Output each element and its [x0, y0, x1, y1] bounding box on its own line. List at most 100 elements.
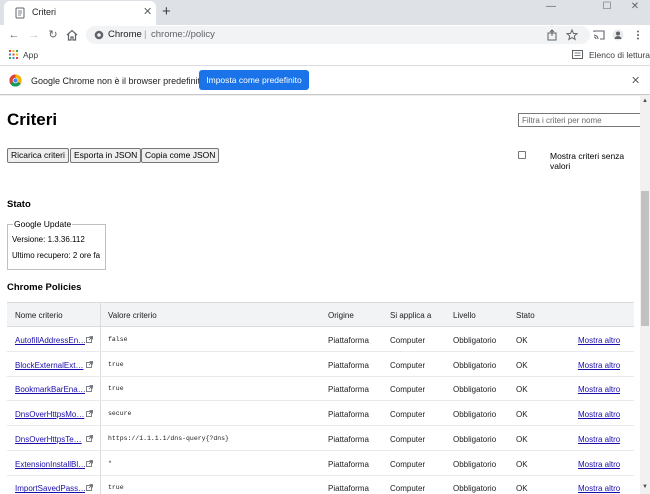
- policy-origin: Piattaforma: [328, 459, 369, 469]
- new-tab-button[interactable]: +: [162, 3, 171, 20]
- google-update-status-box: Google Update Versione: 1.3.36.112 Ultim…: [7, 219, 106, 270]
- policy-filter-input[interactable]: [518, 113, 640, 127]
- share-icon[interactable]: [546, 29, 558, 41]
- chrome-page-icon: [94, 30, 104, 40]
- col-header-status: Stato: [516, 311, 535, 320]
- policy-level: Obbligatorio: [453, 385, 497, 395]
- policy-status: OK: [516, 385, 528, 395]
- maximize-button[interactable]: ☐: [592, 0, 622, 16]
- reload-policies-button[interactable]: Ricarica criteri: [7, 148, 69, 163]
- bookmarks-bar: App Elenco di lettura: [0, 45, 650, 66]
- policy-value: true: [108, 385, 124, 393]
- cast-icon[interactable]: [593, 29, 605, 41]
- policy-status: OK: [516, 484, 528, 494]
- reading-list-icon: [572, 50, 583, 59]
- table-row: BlockExternalExt… true Piattaforma Computer…: [7, 352, 634, 377]
- default-browser-infobar: Google Chrome non è il browser predefini…: [0, 67, 650, 95]
- policy-scope: Computer: [390, 385, 426, 395]
- show-more-link[interactable]: Mostra altro: [578, 410, 620, 419]
- open-external-icon[interactable]: [86, 336, 93, 343]
- col-header-name: Nome criterio: [15, 311, 63, 320]
- infobar-close-icon[interactable]: ✕: [631, 74, 640, 87]
- show-more-link[interactable]: Mostra altro: [578, 385, 620, 394]
- policy-level: Obbligatorio: [453, 360, 497, 370]
- scroll-up-arrow-icon[interactable]: ▲: [642, 98, 648, 104]
- chrome-logo-icon: [9, 74, 22, 87]
- more-menu-icon[interactable]: [632, 29, 644, 41]
- policy-level: Obbligatorio: [453, 459, 497, 469]
- policy-origin: Piattaforma: [328, 434, 369, 444]
- policy-status: OK: [516, 434, 528, 444]
- show-more-link[interactable]: Mostra altro: [578, 361, 620, 370]
- scrollbar-thumb[interactable]: [641, 191, 649, 326]
- show-more-link[interactable]: Mostra altro: [578, 336, 620, 345]
- policy-name-link[interactable]: DnsOverHttpsTe…: [15, 435, 85, 444]
- show-more-link[interactable]: Mostra altro: [578, 484, 620, 493]
- apps-bookmark[interactable]: App: [23, 50, 38, 60]
- policy-scope: Computer: [390, 484, 426, 494]
- last-fetch-time: Ultimo recupero: 2 ore fa: [12, 251, 101, 260]
- col-header-level: Livello: [453, 311, 476, 320]
- table-row: ExtensionInstallBl… * Piattaforma Computer O…: [7, 451, 634, 476]
- back-icon[interactable]: ←: [6, 27, 22, 43]
- policy-page: Criteri Ricarica criteri Esporta in JSON…: [0, 96, 640, 494]
- export-json-button[interactable]: Esporta in JSON: [70, 148, 142, 163]
- show-more-link[interactable]: Mostra altro: [578, 435, 620, 444]
- policy-name-link[interactable]: ExtensionInstallBl…: [15, 460, 85, 469]
- status-heading: Stato: [7, 199, 31, 210]
- col-header-value: Valore criterio: [108, 311, 157, 320]
- policy-value: true: [108, 360, 124, 368]
- reload-icon[interactable]: ↻: [45, 27, 61, 43]
- policy-scope: Computer: [390, 360, 426, 370]
- policy-name-link[interactable]: AutofillAddressEn…: [15, 336, 85, 345]
- policy-origin: Piattaforma: [328, 360, 369, 370]
- scroll-down-arrow-icon[interactable]: ▼: [642, 484, 648, 490]
- copy-json-button[interactable]: Copia come JSON: [141, 148, 220, 163]
- omnibox-url[interactable]: chrome://policy: [151, 29, 215, 40]
- policy-value: false: [108, 336, 128, 343]
- omnibox[interactable]: Chrome | chrome://policy: [86, 26, 590, 44]
- show-empty-policies-checkbox[interactable]: [518, 151, 526, 159]
- apps-grid-icon[interactable]: [9, 50, 18, 59]
- policy-scope: Computer: [390, 459, 426, 469]
- page-scrollbar[interactable]: ▲ ▼: [640, 96, 650, 494]
- home-icon[interactable]: [65, 28, 79, 42]
- table-row: AutofillAddressEn… false Piattaforma Comput…: [7, 327, 634, 352]
- status-box-legend: Google Update: [13, 219, 73, 229]
- policy-value: true: [108, 484, 124, 492]
- policy-name-link[interactable]: BookmarkBarEna…: [15, 385, 85, 394]
- policy-level: Obbligatorio: [453, 434, 497, 444]
- close-window-button[interactable]: ✕: [620, 0, 650, 16]
- open-external-icon[interactable]: [86, 459, 93, 467]
- table-row: ImportSavedPass… true Piattaforma Computer O…: [7, 475, 634, 494]
- show-more-link[interactable]: Mostra altro: [578, 460, 620, 469]
- tab-criteri[interactable]: Criteri ✕: [4, 1, 156, 25]
- open-external-icon[interactable]: [86, 385, 93, 393]
- forward-icon[interactable]: →: [26, 27, 42, 43]
- set-default-button[interactable]: Imposta come predefinito: [199, 70, 309, 90]
- col-header-origin: Origine: [328, 311, 354, 320]
- star-icon[interactable]: [566, 29, 578, 41]
- policy-name-link[interactable]: DnsOverHttpsMo…: [15, 410, 85, 419]
- policy-origin: Piattaforma: [328, 484, 369, 494]
- policy-name-link[interactable]: ImportSavedPass…: [15, 484, 85, 493]
- open-external-icon[interactable]: [86, 410, 93, 417]
- table-row: BookmarkBarEna… true Piattaforma Computer Ob…: [7, 376, 634, 402]
- reading-list-button[interactable]: Elenco di lettura: [589, 50, 650, 60]
- open-external-icon[interactable]: [86, 484, 93, 492]
- policy-name-link[interactable]: BlockExternalExt…: [15, 361, 85, 370]
- minimize-button[interactable]: —: [536, 0, 566, 16]
- tab-close-icon[interactable]: ✕: [143, 5, 152, 18]
- table-row: DnsOverHttpsMo… secure Piattaforma Computer…: [7, 401, 634, 427]
- policy-origin: Piattaforma: [328, 410, 369, 420]
- policy-level: Obbligatorio: [453, 484, 497, 494]
- policy-value: https://1.1.1.1/dns-query{?dns}: [108, 434, 229, 442]
- profile-avatar-icon[interactable]: [612, 29, 624, 41]
- policy-origin: Piattaforma: [328, 336, 369, 345]
- table-row: DnsOverHttpsTe… https://1.1.1.1/dns-query…: [7, 426, 634, 451]
- open-external-icon[interactable]: [86, 434, 93, 442]
- browser-toolbar: ← → ↻ Chrome | chrome://policy: [0, 25, 650, 45]
- policy-scope: Computer: [390, 410, 426, 420]
- open-external-icon[interactable]: [86, 360, 93, 368]
- infobar-message: Google Chrome non è il browser predefini…: [31, 76, 206, 86]
